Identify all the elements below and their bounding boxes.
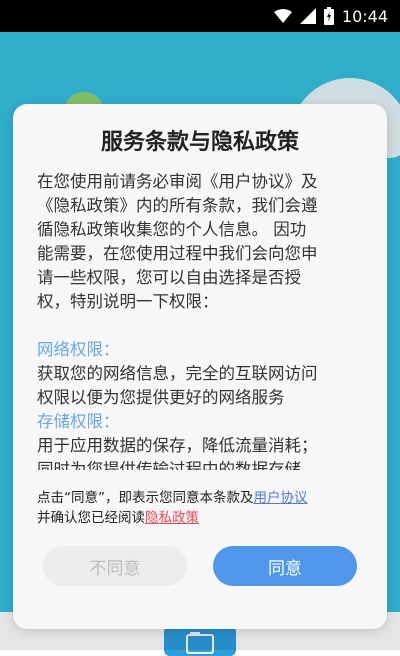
status-time: 10:44 — [341, 6, 388, 26]
permission-desc-line: 获取您的网络信息，完全的互联网访问 — [37, 364, 318, 383]
privacy-policy-link[interactable]: 隐私政策 — [145, 510, 199, 526]
permission-title-storage: 存储权限： — [37, 412, 120, 431]
permission-desc-line: 用于应用数据的保存，降低流量消耗； — [37, 436, 318, 455]
permission-title-network: 网络权限： — [37, 340, 120, 359]
consent-text-1: 点击“同意”，即表示您同意本条款及 — [37, 490, 254, 506]
wifi-icon — [273, 9, 292, 23]
intro-line: 在您使用前请务必审阅《用户协议》及 — [37, 172, 318, 191]
terms-privacy-dialog: 服务条款与隐私政策 在您使用前请务必审阅《用户协议》及 《隐私政策》内的所有条款… — [13, 104, 387, 629]
dialog-title: 服务条款与隐私政策 — [100, 130, 299, 155]
signal-icon — [299, 8, 316, 24]
status-bar: 10:44 — [0, 0, 400, 32]
user-agreement-link[interactable]: 用户协议 — [254, 490, 308, 506]
dialog-body-scroll[interactable]: 在您使用前请务必审阅《用户协议》及 《隐私政策》内的所有条款，我们会遵 循隐私政… — [37, 170, 367, 470]
battery-charging-icon — [323, 7, 334, 25]
consent-notice: 点击“同意”，即表示您同意本条款及用户协议 并确认您已经阅读隐私政策 — [37, 488, 377, 528]
permission-desc-line: 权限以便为您提供更好的网络服务 — [37, 388, 285, 407]
intro-line: 权，特别说明一下权限： — [37, 292, 219, 311]
consent-text-2: 并确认您已经阅读 — [37, 510, 145, 526]
intro-line: 能需要，在您使用过程中我们会向您申 — [37, 244, 318, 263]
intro-line: 循隐私政策收集您的个人信息。 因功 — [37, 220, 307, 239]
agree-button[interactable]: 同意 — [213, 546, 357, 586]
permission-desc-line: 同时为您提供传输过程中的数据存储 — [37, 460, 301, 470]
intro-line: 《隐私政策》内的所有条款，我们会遵 — [37, 196, 318, 215]
intro-line: 请一些权限，您可以自由选择是否授 — [37, 268, 301, 287]
disagree-button[interactable]: 不同意 — [43, 546, 187, 586]
